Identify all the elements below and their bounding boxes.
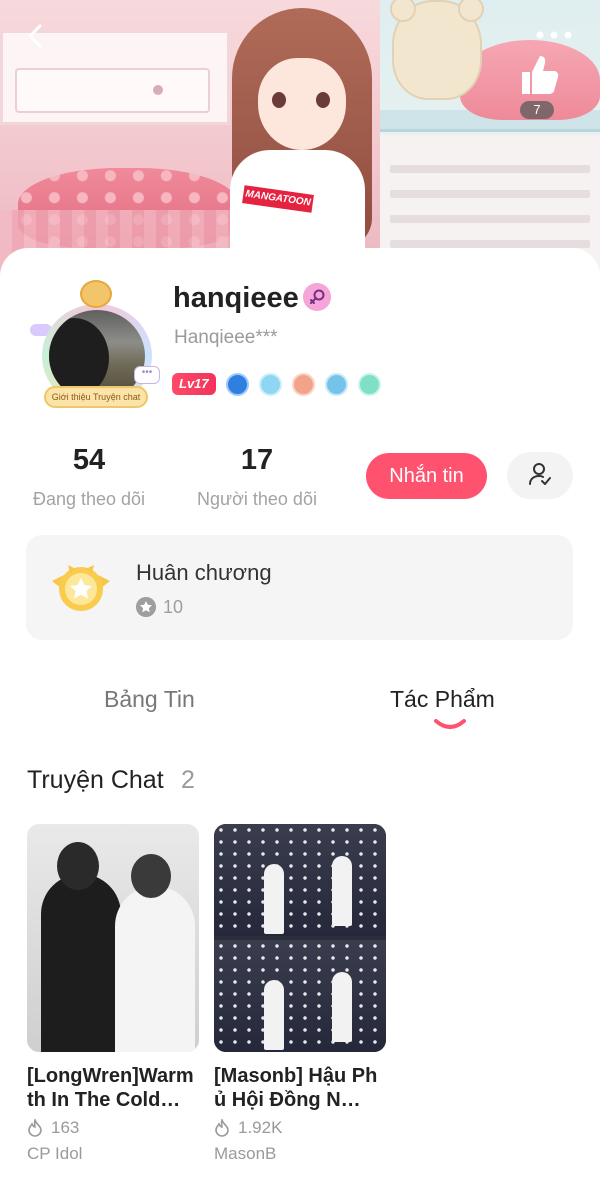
fire-icon — [215, 1119, 229, 1137]
avatar-banner: Giới thiệu Truyện chat — [44, 386, 148, 408]
fire-icon — [28, 1119, 42, 1137]
gem-badge-icon[interactable] — [324, 372, 348, 396]
followers-stat[interactable]: 17 Người theo dõi — [190, 444, 324, 510]
send-message-button[interactable]: Nhắn tin — [366, 453, 487, 499]
star-coin-icon — [136, 597, 156, 617]
avatar[interactable]: ••• Giới thiệu Truyện chat — [30, 278, 160, 413]
active-tab-indicator — [434, 719, 466, 729]
story-views: 163 — [51, 1118, 80, 1137]
section-title: Truyện Chat — [27, 766, 164, 794]
followers-label: Người theo dõi — [197, 489, 317, 509]
wings-badge-icon[interactable] — [291, 372, 315, 396]
back-arrow-icon[interactable] — [22, 22, 50, 50]
diamond-badge-icon[interactable] — [225, 372, 249, 396]
like-button[interactable]: 7 — [516, 52, 562, 120]
bear-decoration-icon — [80, 280, 112, 308]
story-author[interactable]: MasonB — [214, 1144, 386, 1164]
medal-icon — [52, 565, 110, 611]
story-title: [LongWren]Warmth In The Cold… — [27, 1065, 194, 1111]
story-cover — [214, 824, 386, 1052]
chat-bubble-icon: ••• — [134, 366, 160, 384]
teddy-bear-illustration — [390, 0, 484, 100]
following-label: Đang theo dõi — [32, 489, 146, 509]
follow-button[interactable] — [507, 452, 573, 499]
following-stat[interactable]: 54 Đang theo dõi — [26, 444, 152, 510]
story-card[interactable]: [LongWren]Warmth In The Cold… 163 CP Ido… — [27, 824, 199, 1164]
female-gender-icon — [303, 283, 331, 311]
profile-cover-illustration: MANGATOON — [0, 0, 600, 290]
story-views: 1.92K — [238, 1118, 283, 1137]
story-card[interactable]: [Masonb] Hậu Phủ Hội Đồng N… 1.92K Mason… — [214, 824, 386, 1164]
tab-works[interactable]: Tác Phẩm — [390, 686, 495, 713]
story-cover — [27, 824, 199, 1052]
medals-card[interactable]: Huân chương 10 — [26, 535, 573, 640]
star-badge-icon[interactable] — [357, 372, 381, 396]
level-badge[interactable]: Lv17 — [172, 373, 216, 395]
story-title: [Masonb] Hậu Phủ Hội Đồng N… — [214, 1065, 378, 1111]
crystal-badge-icon[interactable] — [258, 372, 282, 396]
like-count: 7 — [520, 101, 554, 119]
medals-count: 10 — [163, 597, 184, 617]
thumbs-up-icon — [522, 56, 559, 94]
medals-title: Huân chương — [136, 560, 272, 585]
user-handle: Hanqieee*** — [174, 327, 278, 348]
section-count: 2 — [181, 766, 195, 794]
follow-user-icon — [529, 463, 551, 485]
username: hanqieee — [173, 282, 299, 314]
following-count: 54 — [72, 444, 106, 476]
tab-feed[interactable]: Bảng Tin — [104, 686, 195, 713]
story-author[interactable]: CP Idol — [27, 1144, 199, 1164]
more-options-icon[interactable] — [534, 27, 574, 43]
followers-count: 17 — [240, 444, 274, 476]
badge-row: Lv17 — [172, 372, 381, 396]
